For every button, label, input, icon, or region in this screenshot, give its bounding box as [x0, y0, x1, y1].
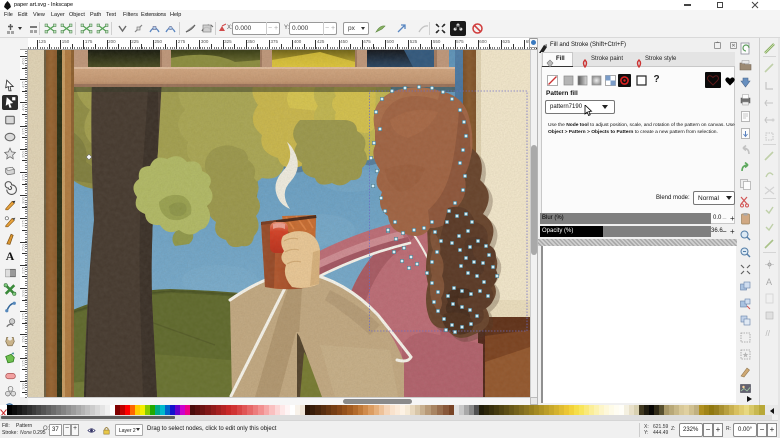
svg-text:A: A [6, 250, 15, 263]
svg-text://: // [766, 329, 771, 338]
svg-text:A: A [766, 277, 772, 287]
